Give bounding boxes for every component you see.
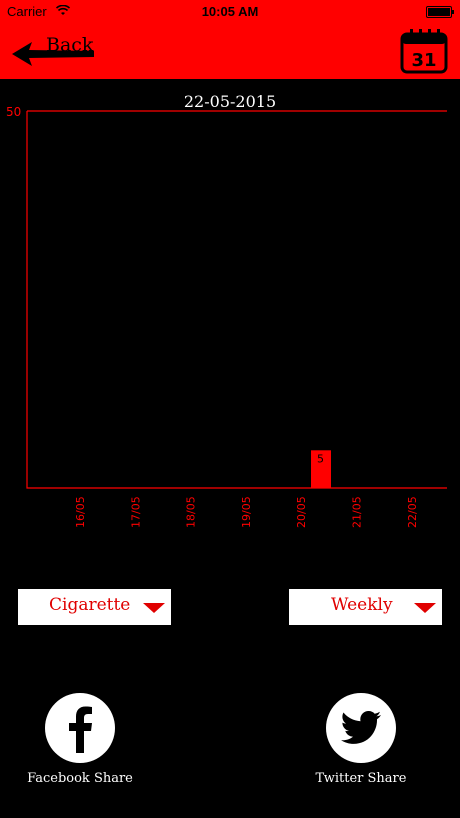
chevron-down-icon bbox=[143, 603, 165, 613]
nav-bar: Back 31 bbox=[0, 22, 460, 79]
bar-value-label: 5 bbox=[317, 452, 324, 465]
chart: 50 16/05 17/05 18/05 19/05 20/05 21/05 5 22/05 bbox=[0, 100, 460, 540]
twitter-share-label: Twitter Share bbox=[315, 771, 407, 786]
product-dropdown-label: Cigarette bbox=[49, 595, 131, 615]
status-time: 10:05 AM bbox=[201, 4, 259, 19]
facebook-share-button[interactable]: Facebook Share bbox=[10, 693, 150, 793]
x-tick-label: 22/05 bbox=[406, 496, 419, 528]
facebook-share-label: Facebook Share bbox=[27, 771, 133, 786]
battery-icon bbox=[426, 6, 454, 18]
facebook-icon bbox=[45, 693, 115, 763]
chevron-down-icon bbox=[414, 603, 436, 613]
x-tick-label: 16/05 bbox=[74, 496, 87, 528]
period-dropdown[interactable]: Weekly bbox=[289, 589, 442, 625]
x-tick-label: 17/05 bbox=[129, 496, 142, 528]
chart-frame bbox=[26, 110, 447, 489]
x-tick-label: 19/05 bbox=[240, 496, 253, 528]
status-bar: Carrier 10:05 AM bbox=[0, 0, 460, 22]
back-label: Back bbox=[46, 34, 94, 56]
back-button[interactable]: Back bbox=[10, 34, 100, 74]
x-tick-label: 18/05 bbox=[185, 496, 198, 528]
y-axis-max-label: 50 bbox=[6, 105, 21, 119]
product-dropdown[interactable]: Cigarette bbox=[18, 589, 171, 625]
calendar-day: 31 bbox=[411, 50, 436, 71]
calendar-icon: 31 bbox=[400, 29, 448, 74]
calendar-button[interactable]: 31 bbox=[400, 28, 448, 74]
twitter-icon bbox=[326, 693, 396, 763]
period-dropdown-label: Weekly bbox=[331, 595, 393, 615]
x-tick-label: 20/05 bbox=[295, 496, 308, 528]
twitter-share-button[interactable]: Twitter Share bbox=[291, 693, 431, 793]
x-tick-label: 21/05 bbox=[351, 496, 364, 528]
